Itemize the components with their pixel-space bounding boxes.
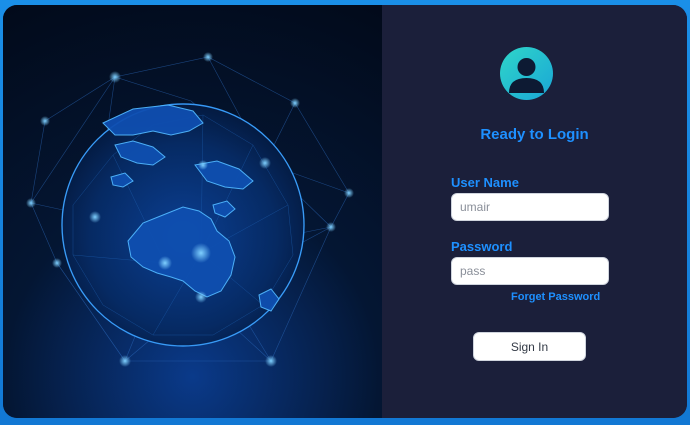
login-form-panel: Ready to Login User Name Password Forget…	[382, 5, 687, 418]
login-window: Ready to Login User Name Password Forget…	[3, 5, 687, 418]
sign-in-button[interactable]: Sign In	[473, 332, 586, 361]
username-input[interactable]	[451, 193, 609, 221]
globe-illustration-panel	[3, 5, 382, 418]
username-label: User Name	[451, 175, 519, 190]
globe-network-illustration	[26, 52, 354, 367]
forget-password-link[interactable]: Forget Password	[511, 291, 600, 303]
password-label: Password	[451, 239, 513, 254]
user-avatar-icon	[500, 47, 553, 100]
password-input[interactable]	[451, 257, 609, 285]
login-title: Ready to Login	[480, 126, 589, 143]
